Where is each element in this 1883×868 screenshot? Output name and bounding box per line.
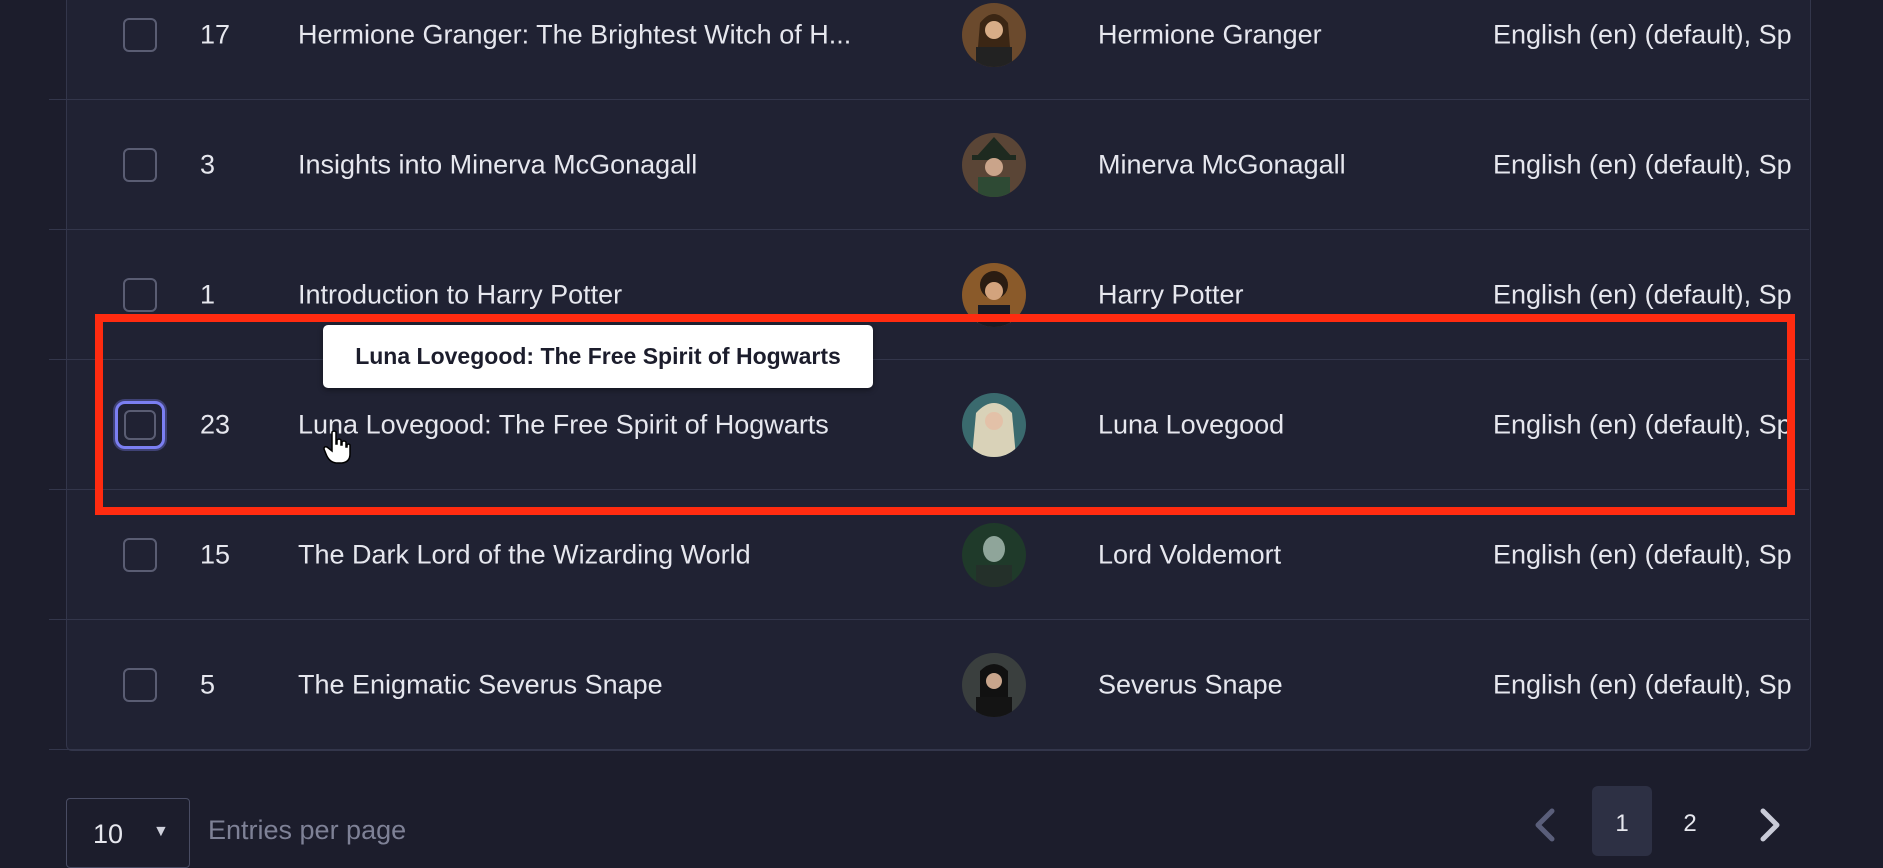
row-character-name: Minerva McGonagall xyxy=(1098,149,1346,179)
row-character-name: Harry Potter xyxy=(1098,279,1244,309)
chevron-left-icon xyxy=(1535,808,1555,842)
avatar xyxy=(962,2,1026,67)
chevron-right-icon xyxy=(1760,808,1780,842)
pagination-next-button[interactable] xyxy=(1755,805,1785,845)
row-languages: English (en) (default), Sp xyxy=(1493,149,1792,179)
row-id: 17 xyxy=(200,19,231,49)
hand-cursor-icon xyxy=(323,430,351,464)
row-character-name: Hermione Granger xyxy=(1098,19,1322,49)
entries-per-page-select[interactable]: 10 ▼ xyxy=(66,798,190,868)
row-languages: English (en) (default), Sp xyxy=(1493,19,1792,49)
chevron-down-icon: ▼ xyxy=(153,823,169,840)
row-title[interactable]: Hermione Granger: The Brightest Witch of… xyxy=(298,19,851,50)
entries-per-page-label: Entries per page xyxy=(208,815,407,845)
row-title[interactable]: Introduction to Harry Potter xyxy=(298,279,622,310)
table-row[interactable]: 17 Hermione Granger: The Brightest Witch… xyxy=(49,0,1809,100)
row-title-tooltip: Luna Lovegood: The Free Spirit of Hogwar… xyxy=(323,325,873,388)
row-id: 3 xyxy=(200,149,216,179)
avatar xyxy=(962,522,1026,587)
row-checkbox[interactable] xyxy=(123,147,157,182)
row-title[interactable]: Insights into Minerva McGonagall xyxy=(298,149,697,180)
avatar xyxy=(962,132,1026,197)
row-title[interactable]: The Enigmatic Severus Snape xyxy=(298,669,663,700)
row-checkbox[interactable] xyxy=(123,17,157,52)
row-character-name: Lord Voldemort xyxy=(1098,539,1282,569)
pagination-prev-button[interactable] xyxy=(1530,805,1560,845)
table-row[interactable]: 3 Insights into Minerva McGonagall Miner… xyxy=(49,100,1809,230)
row-checkbox[interactable] xyxy=(123,277,157,312)
per-page-value: 10 xyxy=(93,819,124,849)
row-checkbox[interactable] xyxy=(123,667,157,702)
row-id: 15 xyxy=(200,539,231,569)
row-languages: English (en) (default), Sp xyxy=(1493,669,1792,699)
table-row[interactable]: 5 The Enigmatic Severus Snape Severus Sn… xyxy=(49,620,1809,750)
row-languages: English (en) (default), Sp xyxy=(1493,539,1792,569)
row-id: 5 xyxy=(200,669,216,699)
row-title[interactable]: The Dark Lord of the Wizarding World xyxy=(298,539,751,570)
row-checkbox[interactable] xyxy=(123,537,157,572)
avatar xyxy=(962,652,1026,717)
row-languages: English (en) (default), Sp xyxy=(1493,279,1792,309)
row-id: 1 xyxy=(200,279,216,309)
row-character-name: Severus Snape xyxy=(1098,669,1283,699)
